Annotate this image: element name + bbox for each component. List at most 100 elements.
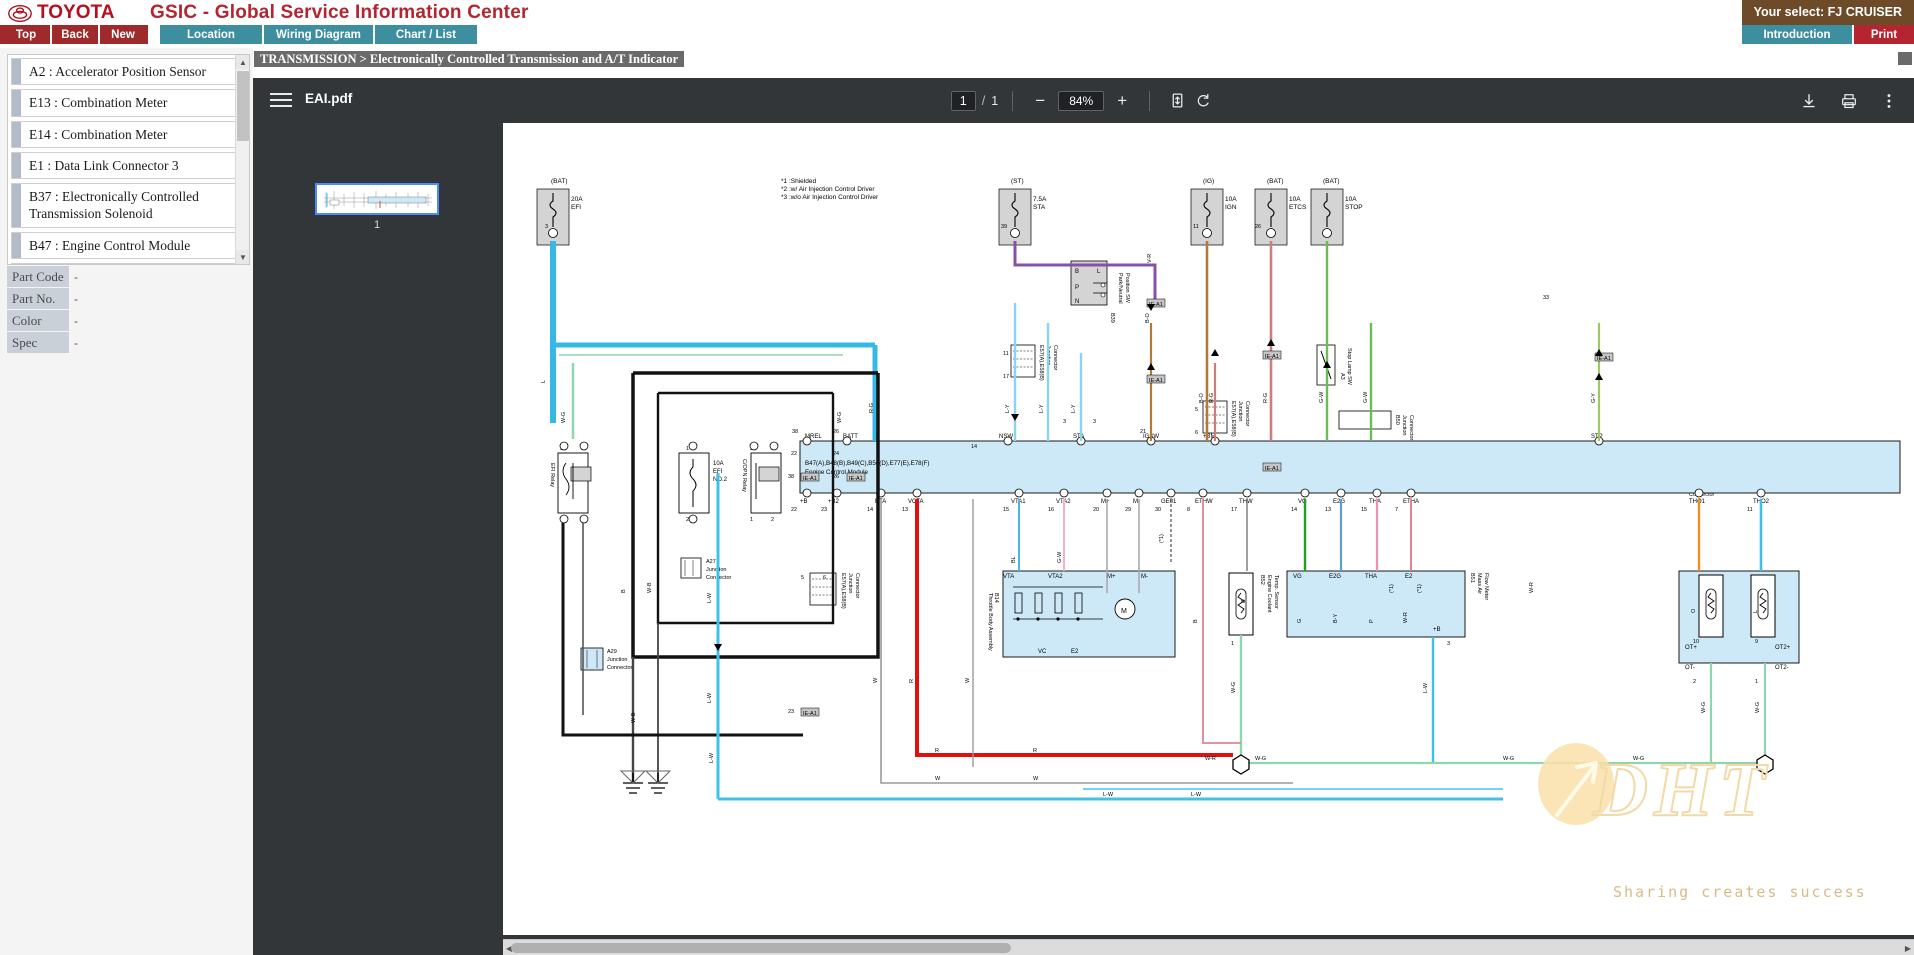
zoom-in-button[interactable]: + [1109,88,1135,114]
nav-button-chart-list[interactable]: Chart / List [374,25,479,44]
component-label: E13 : Combination Meter [29,95,168,111]
svg-text:THA: THA [1365,574,1377,580]
nav-button-introduction[interactable]: Introduction [1742,25,1854,44]
svg-text:P: P [1369,619,1375,623]
svg-text:M+: M+ [1101,499,1110,505]
svg-text:W-G: W-G [1255,756,1266,762]
pdf-page-thumbnail[interactable] [315,183,439,215]
nav-button-back[interactable]: Back [50,25,98,44]
svg-text:B47(A),B48(B),B49(C),B50(D),E7: B47(A),B48(B),B49(C),B50(D),E77(E),E78(F… [805,460,929,467]
svg-text:5: 5 [1195,407,1198,413]
pdf-toolbar: EAI.pdf 1 / 1 − 84% + [253,78,1914,123]
scrollbar-thumb[interactable] [237,71,249,141]
table-row: Part Code - [7,266,157,287]
svg-text:Position SW: Position SW [1124,273,1130,304]
svg-text:W: W [1033,776,1039,782]
scroll-down-arrow-icon[interactable]: ▼ [236,250,249,264]
breadcrumb: TRANSMISSION > Electronically Controlled… [254,51,685,67]
nav-button-top[interactable]: Top [2,25,50,44]
item-accent-bar [12,90,21,116]
svg-text:W-R: W-R [1529,582,1535,593]
list-item[interactable]: E13 : Combination Meter [11,89,236,117]
svg-text:W: W [965,677,971,683]
throttle-body-assembly: VTA VTA2 M+ M- VC E2 B14 Throttle Body A… [987,570,1176,658]
scroll-right-arrow-icon[interactable]: ▶ [1902,942,1914,954]
svg-text:10A: 10A [1345,196,1357,203]
item-accent-bar [12,59,21,85]
list-item[interactable]: B47 : Engine Control Module [11,231,236,259]
svg-text:1: 1 [1231,641,1234,647]
nav-section-group: Location Wiring Diagram Chart / List [160,25,479,44]
component-list-scrollbar[interactable]: ▲ ▼ [235,55,249,264]
toyota-emblem-icon [8,4,32,22]
svg-text:E2: E2 [1071,649,1079,655]
svg-text:21: 21 [1140,429,1146,435]
page-number-input[interactable]: 1 [950,90,976,111]
svg-text:3: 3 [1447,641,1450,647]
svg-text:26: 26 [1255,224,1261,230]
svg-text:26: 26 [833,474,839,480]
pdf-horizontal-scrollbar[interactable]: ◀ ▶ [503,939,1914,955]
svg-text:R: R [1033,748,1037,754]
svg-text:VC: VC [1038,649,1047,655]
nav-button-new[interactable]: New [98,25,146,44]
pdf-viewer: EAI.pdf 1 / 1 − 84% + 1 *1:Shielded *2 … [253,78,1914,955]
nav-button-print[interactable]: Print [1854,25,1914,44]
svg-text:29: 29 [1125,507,1131,513]
list-item[interactable]: E1 : Data Link Connector 3 [11,151,236,180]
svg-text:10A: 10A [713,461,724,467]
list-item[interactable]: A2 : Accelerator Position Sensor [11,58,236,86]
svg-text:IE-A1: IE-A1 [1597,356,1611,362]
svg-text:B52: B52 [1259,575,1265,585]
wiring-diagram: *1 :Shielded *2 :w/ Air Injection Contro… [503,123,1914,935]
horizontal-scrollbar-thumb[interactable] [511,943,1011,953]
zoom-level-input[interactable]: 84% [1058,90,1105,111]
item-accent-bar [12,232,21,258]
svg-text:23: 23 [821,507,827,513]
spec-key: Part Code [7,266,69,287]
rotate-clockwise-icon[interactable] [1190,88,1216,114]
svg-text:B: B [1241,599,1247,603]
svg-text:GE01: GE01 [1161,499,1177,505]
svg-text:Flow Meter: Flow Meter [1483,573,1489,600]
list-item[interactable]: B48 : Engine Control Module [11,262,236,264]
component-list: A2 : Accelerator Position Sensor E13 : C… [8,55,236,264]
fit-to-page-icon[interactable] [1164,88,1190,114]
svg-text:L-Y: L-Y [1071,404,1077,413]
svg-text:OT+: OT+ [1685,645,1697,651]
svg-text:R: R [909,679,915,683]
hamburger-menu-icon[interactable] [270,90,292,110]
svg-text:(*1): (*1) [1159,534,1165,543]
svg-text:L-W: L-W [707,592,713,603]
svg-text:IE-A1: IE-A1 [1149,378,1163,384]
spec-value: - [69,310,89,331]
svg-text:G: G [1297,619,1303,623]
scroll-up-arrow-icon[interactable]: ▲ [236,55,249,69]
list-item[interactable]: B37 : Electronically Controlled Transmis… [11,183,236,228]
nav-button-location[interactable]: Location [160,25,264,44]
pdf-filename: EAI.pdf [305,91,353,106]
list-item[interactable]: E14 : Combination Meter [11,120,236,148]
svg-text:13: 13 [902,507,908,513]
download-icon[interactable] [1796,88,1822,114]
svg-text:B39: B39 [1109,313,1115,323]
svg-text:20A: 20A [571,196,583,203]
svg-text:THW: THW [1239,499,1253,505]
svg-text:W-R: W-R [1205,756,1216,762]
svg-text:W-G: W-G [1701,702,1707,713]
page-title: GSIC - Global Service Information Center [150,2,529,23]
more-options-icon[interactable] [1876,88,1902,114]
svg-text:15: 15 [1361,507,1367,513]
print-icon[interactable] [1836,88,1862,114]
svg-text:L-Y: L-Y [1039,404,1045,413]
zoom-out-button[interactable]: − [1027,88,1053,114]
svg-text:8: 8 [1187,507,1190,513]
svg-text:11: 11 [1747,507,1753,513]
nav-button-wiring-diagram[interactable]: Wiring Diagram [264,25,375,44]
svg-text:14: 14 [971,444,977,450]
component-label: A2 : Accelerator Position Sensor [29,64,206,79]
spec-value: - [69,288,89,309]
svg-text:EFI: EFI [571,204,581,211]
component-list-container: A2 : Accelerator Position Sensor E13 : C… [7,54,250,265]
svg-text:22: 22 [791,507,797,513]
